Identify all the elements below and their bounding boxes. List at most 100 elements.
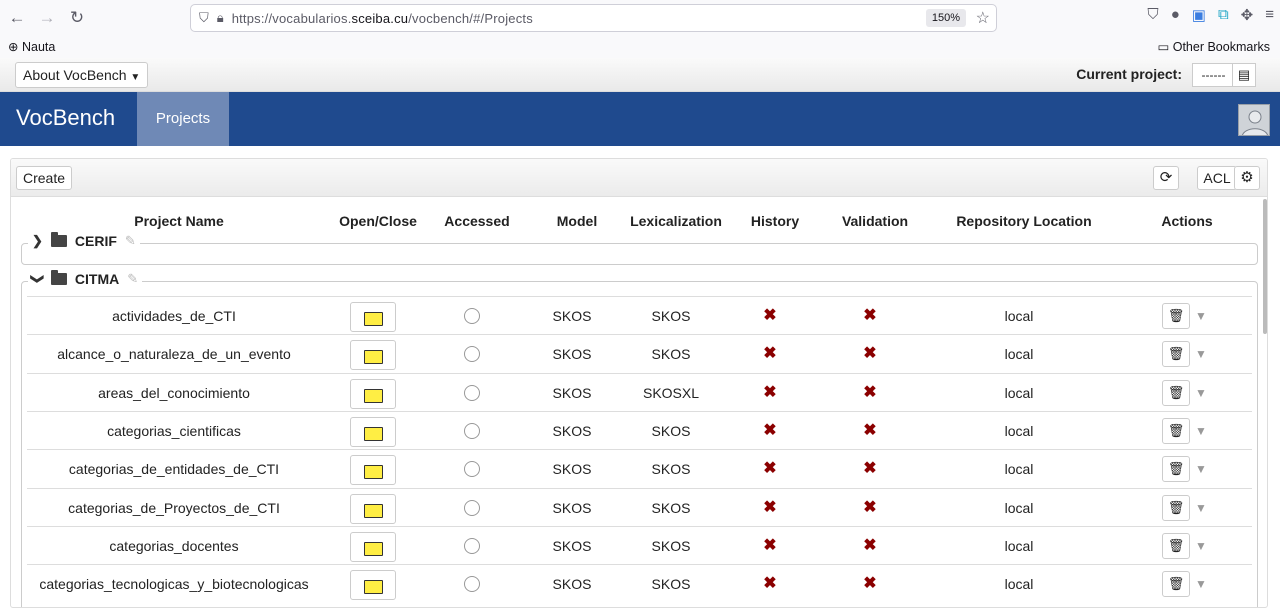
accessed-radio[interactable] — [464, 384, 480, 401]
lexicalization-value: SKOS — [651, 346, 691, 363]
screenshot-icon[interactable]: ⧉ — [1218, 6, 1229, 24]
menu-icon[interactable]: ≡ — [1265, 6, 1274, 24]
repository-location: local — [1004, 461, 1034, 478]
actions-dropdown-icon[interactable]: ▼ — [1195, 565, 1207, 603]
delete-project-button[interactable]: 🗑︎ — [1162, 341, 1190, 368]
open-project-button[interactable] — [350, 302, 396, 332]
lexicalization-value: SKOS — [651, 537, 691, 554]
col-lexicalization: Lexicalization — [630, 213, 722, 229]
acl-button[interactable]: ACL — [1197, 166, 1237, 190]
actions-dropdown-icon[interactable]: ▼ — [1195, 374, 1207, 412]
chevron-right-icon[interactable]: ❯ — [32, 233, 43, 249]
url-bar[interactable]: ⛉ 🔒︎ https://vocabularios.sceiba.cu/vocb… — [190, 4, 997, 32]
table-row[interactable]: categorias_de_entidades_de_CTI SKOS SKOS ✖ ✖… — [27, 449, 1252, 487]
create-project-button[interactable]: Create — [16, 166, 73, 190]
actions-dropdown-icon[interactable]: ▼ — [1195, 450, 1207, 488]
project-name[interactable]: categorias_docentes — [109, 527, 238, 565]
about-vocbench-button[interactable]: About VocBench ▼ — [15, 62, 149, 88]
back-icon[interactable]: ← — [2, 3, 32, 33]
history-x-icon: ✖ — [763, 575, 777, 593]
accessed-radio[interactable] — [464, 499, 480, 516]
extension-icon[interactable]: ▣ — [1192, 6, 1206, 24]
table-row[interactable]: categorias_tecnologicas_y_biotecnologica… — [27, 564, 1252, 602]
col-accessed: Accessed — [444, 213, 510, 229]
current-project-field[interactable]: ------ — [1192, 63, 1234, 87]
delete-project-button[interactable]: 🗑︎ — [1162, 303, 1190, 329]
url-text[interactable]: https://vocabularios.sceiba.cu/vocbench/… — [232, 11, 533, 26]
project-name[interactable]: areas_del_conocimiento — [98, 374, 250, 412]
actions-dropdown-icon[interactable]: ▼ — [1195, 335, 1207, 373]
extensions-puzzle-icon[interactable]: ✥ — [1241, 6, 1254, 24]
table-row[interactable]: actividades_de_CTI SKOS SKOS ✖ ✖ local 🗑︎ ▼ — [27, 296, 1252, 334]
pencil-icon[interactable]: ✎ — [127, 271, 138, 287]
actions-dropdown-icon[interactable]: ▼ — [1195, 489, 1207, 527]
table-header: Project Name Open/Close Accessed Model L… — [11, 213, 1261, 233]
project-name[interactable]: categorias_de_entidades_de_CTI — [69, 450, 279, 488]
open-project-button[interactable] — [350, 455, 396, 486]
delete-project-button[interactable]: 🗑︎ — [1162, 379, 1190, 406]
project-name[interactable]: categorias_cientificas — [107, 412, 241, 450]
reload-icon[interactable]: ↻ — [62, 3, 92, 33]
group-legend[interactable]: ❯ CITMA ✎ — [28, 270, 143, 287]
refresh-icon[interactable]: ⟳ — [1153, 166, 1179, 190]
shield-icon[interactable]: ⛉ — [199, 10, 209, 26]
accessed-radio[interactable] — [464, 537, 480, 554]
browser-extension-icons: ⛉ ● ▣ ⧉ ✥ ≡ — [1147, 6, 1274, 24]
zoom-level-badge[interactable]: 150% — [925, 9, 966, 27]
table-row[interactable]: alcance_o_naturaleza_de_un_evento SKOS SKO… — [27, 334, 1252, 372]
bookmark-nauta[interactable]: ⊕ Nauta — [8, 39, 55, 54]
accessed-radio[interactable] — [464, 422, 480, 439]
table-row[interactable]: categorias_cientificas SKOS SKOS ✖ ✖ local 🗑︎ ▼ — [27, 410, 1252, 450]
scrollbar[interactable] — [1263, 199, 1267, 334]
validation-x-icon: ✖ — [863, 421, 877, 439]
project-name[interactable]: actividades_de_CTI — [112, 297, 236, 335]
accessed-radio[interactable] — [464, 346, 480, 363]
project-name[interactable]: categorias_de_Proyectos_de_CTI — [68, 489, 280, 527]
browser-toolbar: ← → ↻ ⛉ 🔒︎ https://vocabularios.sceiba.c… — [0, 0, 1280, 36]
delete-project-button[interactable]: 🗑︎ — [1162, 571, 1190, 598]
delete-project-button[interactable]: 🗑︎ — [1162, 456, 1190, 483]
table-row[interactable]: categorias_de_Proyectos_de_CTI SKOS SKOS ✖ ✖… — [27, 487, 1252, 527]
open-project-button[interactable] — [350, 378, 396, 409]
col-open-close: Open/Close — [339, 213, 417, 229]
account-icon[interactable]: ● — [1171, 6, 1180, 24]
model-value: SKOS — [552, 384, 592, 401]
bookmarks-bar: ⊕ Nauta ▭ Other Bookmarks — [0, 36, 1280, 58]
accessed-radio[interactable] — [464, 308, 480, 324]
table-row[interactable]: areas_del_conocimiento SKOS SKOSXL ✖ ✖ local 🗑… — [27, 372, 1252, 412]
open-project-button[interactable] — [350, 340, 396, 371]
chevron-down-icon[interactable]: ❯ — [29, 274, 45, 285]
pencil-icon[interactable]: ✎ — [125, 233, 136, 249]
user-avatar[interactable] — [1238, 104, 1270, 136]
pocket-icon[interactable]: ⛉ — [1147, 6, 1158, 24]
group-legend[interactable]: ❯ CERIF ✎ — [28, 232, 140, 249]
open-project-button[interactable] — [350, 493, 396, 524]
history-x-icon: ✖ — [763, 345, 777, 363]
tab-projects[interactable]: Projects — [137, 92, 229, 146]
delete-project-button[interactable]: 🗑︎ — [1162, 532, 1190, 559]
brand-logo[interactable]: VocBench — [16, 105, 115, 131]
open-project-button[interactable] — [350, 531, 396, 562]
col-validation: Validation — [841, 213, 909, 229]
project-name[interactable]: alcance_o_naturaleza_de_un_evento — [57, 335, 291, 373]
table-row[interactable]: categorias_docentes SKOS SKOS ✖ ✖ local 🗑︎ ▼ — [27, 525, 1252, 565]
bookmark-star-icon[interactable]: ☆ — [976, 8, 990, 28]
accessed-radio[interactable] — [464, 576, 480, 593]
project-name[interactable]: categorias_tecnologicas_y_biotecnologica… — [39, 565, 308, 603]
open-project-button[interactable] — [350, 570, 396, 601]
project-list-icon[interactable]: ▤ — [1232, 63, 1256, 87]
forward-icon[interactable]: → — [32, 3, 62, 33]
gear-icon[interactable]: ⚙ — [1234, 166, 1260, 190]
history-x-icon: ✖ — [763, 460, 777, 478]
delete-project-button[interactable]: 🗑︎ — [1162, 417, 1190, 444]
delete-project-button[interactable]: 🗑︎ — [1162, 494, 1190, 521]
other-bookmarks[interactable]: ▭ Other Bookmarks — [1157, 39, 1270, 54]
actions-dropdown-icon[interactable]: ▼ — [1195, 297, 1207, 335]
trash-icon: 🗑︎ — [1167, 537, 1185, 553]
open-project-button[interactable] — [350, 416, 396, 447]
actions-dropdown-icon[interactable]: ▼ — [1195, 412, 1207, 450]
folder-icon — [364, 426, 383, 441]
actions-dropdown-icon[interactable]: ▼ — [1195, 527, 1207, 565]
accessed-radio[interactable] — [464, 461, 480, 478]
lock-icon[interactable]: 🔒︎ — [217, 10, 224, 26]
